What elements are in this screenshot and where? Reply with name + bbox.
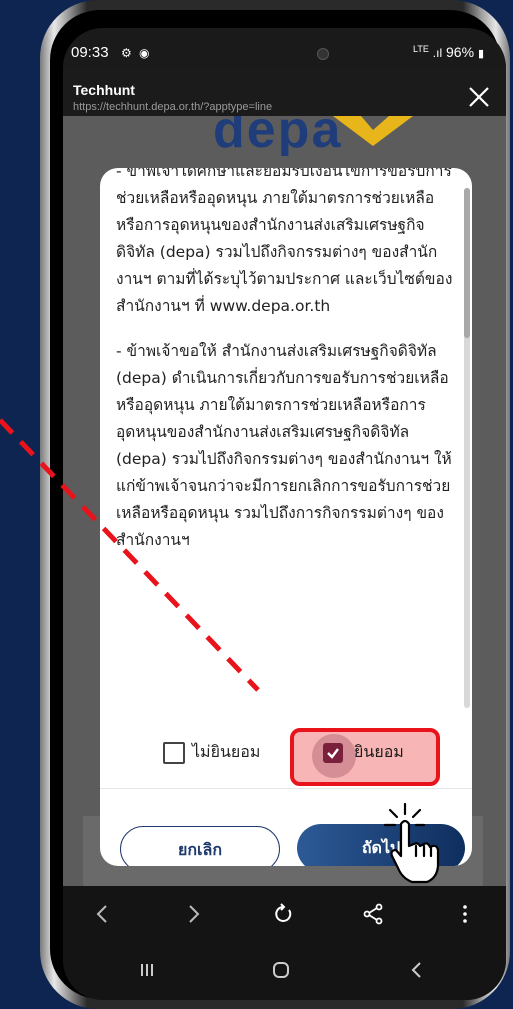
- terms-paragraph-2: - ข้าพเจ้าขอให้ สำนักงานส่งเสริมเศรษฐกิจ…: [116, 342, 452, 549]
- app-url: https://techhunt.depa.or.th/?apptype=lin…: [73, 101, 273, 113]
- app-title: Techhunt: [73, 82, 135, 98]
- close-icon: [469, 87, 489, 107]
- front-camera: [317, 48, 329, 60]
- logo-area: depa: [63, 116, 506, 156]
- more-icon[interactable]: [453, 902, 477, 926]
- recents-icon[interactable]: [135, 958, 159, 982]
- status-time: 09:33: [71, 44, 109, 61]
- consent-dialog: - ข้าพเจ้าได้ศึกษาและยอมรับเงื่อนไขการขอ…: [100, 168, 472, 866]
- forward-icon[interactable]: [181, 902, 205, 926]
- cancel-button[interactable]: ยกเลิก: [120, 826, 280, 866]
- accept-label[interactable]: ยินยอม: [354, 740, 404, 765]
- tutorial-stage: 09:33 ⚙ ◉ LTE .ıl 96% ▮ Techhunt https:/…: [0, 0, 513, 1009]
- system-back-icon[interactable]: [405, 958, 429, 982]
- dialog-divider: [100, 788, 472, 789]
- chrome-icon: ◉: [139, 46, 150, 60]
- terms-scroll-area[interactable]: - ข้าพเจ้าได้ศึกษาและยอมรับเงื่อนไขการขอ…: [100, 168, 472, 756]
- accept-checkbox[interactable]: [323, 743, 343, 763]
- status-bar: 09:33 ⚙ ◉ LTE .ıl 96% ▮: [63, 28, 506, 68]
- decline-label[interactable]: ไม่ยินยอม: [192, 740, 260, 765]
- refresh-icon[interactable]: [271, 902, 295, 926]
- share-icon[interactable]: [361, 902, 385, 926]
- tap-hand-icon: [383, 802, 440, 884]
- depa-logo: depa: [213, 116, 343, 156]
- system-nav-bar: [63, 944, 506, 1000]
- checkmark-icon: [327, 748, 339, 759]
- notification-icon: ⚙: [121, 46, 132, 60]
- browser-nav-bar: [63, 886, 506, 944]
- terms-text: - ข้าพเจ้าได้ศึกษาและยอมรับเงื่อนไขการขอ…: [116, 168, 461, 572]
- logo-checkmark-icon: [333, 116, 413, 146]
- web-content: depa - ข้าพเจ้าได้ศึกษาและยอมรับเงื่อนไข…: [63, 116, 506, 896]
- terms-paragraph-1: - ข้าพเจ้าได้ศึกษาและยอมรับเงื่อนไขการขอ…: [116, 168, 453, 315]
- back-icon[interactable]: [91, 902, 115, 926]
- consent-options: ไม่ยินยอม ยินยอม: [100, 728, 472, 786]
- status-right: LTE .ıl 96% ▮: [413, 44, 484, 60]
- decline-checkbox[interactable]: [163, 742, 185, 764]
- signal-icon: .ıl: [432, 46, 443, 60]
- home-icon[interactable]: [269, 958, 293, 982]
- network-type: LTE: [413, 44, 429, 54]
- close-button[interactable]: [466, 84, 492, 110]
- app-header: Techhunt https://techhunt.depa.or.th/?ap…: [63, 68, 506, 116]
- battery-level: 96%: [446, 44, 475, 60]
- battery-icon: ▮: [477, 48, 484, 60]
- scrollbar-thumb[interactable]: [464, 188, 470, 338]
